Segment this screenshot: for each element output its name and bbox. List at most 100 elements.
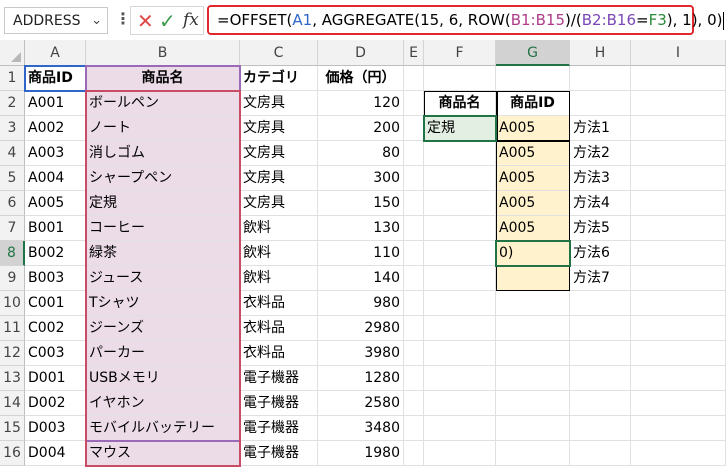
grid-cell[interactable]: [631, 216, 726, 241]
lookup-result-cell[interactable]: A005: [496, 191, 570, 216]
grid-cell[interactable]: [496, 291, 570, 316]
column-header-b[interactable]: B: [86, 40, 240, 66]
grid-cell[interactable]: [570, 366, 631, 391]
row-header-6[interactable]: 6: [0, 191, 25, 216]
column-header-i[interactable]: I: [631, 40, 726, 66]
price-cell[interactable]: 80: [318, 141, 404, 166]
price-cell[interactable]: 120: [318, 91, 404, 116]
category-cell[interactable]: 電子機器: [240, 366, 318, 391]
product-name-cell[interactable]: パーカー: [86, 341, 240, 366]
header-category[interactable]: カテゴリ: [240, 66, 318, 91]
lookup-header-id[interactable]: 商品ID: [496, 91, 570, 116]
category-cell[interactable]: 電子機器: [240, 391, 318, 416]
x-icon[interactable]: ✕: [137, 9, 154, 33]
column-header-g[interactable]: G: [496, 40, 570, 66]
grid-cell[interactable]: [424, 241, 496, 266]
method-label-cell[interactable]: 方法1: [570, 116, 631, 141]
product-id-cell[interactable]: D002: [25, 391, 86, 416]
product-name-cell[interactable]: イヤホン: [86, 391, 240, 416]
grid-cell[interactable]: [496, 316, 570, 341]
grid-cell[interactable]: [404, 441, 424, 466]
grid-cell[interactable]: [631, 66, 726, 91]
row-header-3[interactable]: 3: [0, 116, 25, 141]
method-label-cell[interactable]: 方法7: [570, 266, 631, 291]
price-cell[interactable]: 3980: [318, 341, 404, 366]
method-label-cell[interactable]: 方法2: [570, 141, 631, 166]
grid-cell[interactable]: [496, 341, 570, 366]
grid-cell[interactable]: [404, 291, 424, 316]
row-header-14[interactable]: 14: [0, 391, 25, 416]
column-header-c[interactable]: C: [240, 40, 318, 66]
price-cell[interactable]: 1280: [318, 366, 404, 391]
lookup-result-cell[interactable]: 0): [496, 241, 570, 266]
grid-cell[interactable]: [404, 316, 424, 341]
grid-cell[interactable]: [424, 216, 496, 241]
grid-cell[interactable]: [424, 366, 496, 391]
grid-cell[interactable]: [631, 166, 726, 191]
method-label-cell[interactable]: 方法5: [570, 216, 631, 241]
grid-cell[interactable]: [424, 441, 496, 466]
product-name-cell[interactable]: マウス: [86, 441, 240, 466]
row-header-13[interactable]: 13: [0, 366, 25, 391]
product-id-cell[interactable]: A005: [25, 191, 86, 216]
row-header-9[interactable]: 9: [0, 266, 25, 291]
row-header-4[interactable]: 4: [0, 141, 25, 166]
header-product-id[interactable]: 商品ID: [25, 66, 86, 91]
price-cell[interactable]: 150: [318, 191, 404, 216]
grid-cell[interactable]: [404, 241, 424, 266]
grid-cell[interactable]: [631, 141, 726, 166]
grid-cell[interactable]: [496, 441, 570, 466]
category-cell[interactable]: 飲料: [240, 266, 318, 291]
row-header-16[interactable]: 16: [0, 441, 25, 466]
price-cell[interactable]: 130: [318, 216, 404, 241]
grid-cell[interactable]: [404, 341, 424, 366]
column-header-f[interactable]: F: [424, 40, 496, 66]
grid-cell[interactable]: [424, 341, 496, 366]
grid-cell[interactable]: [631, 191, 726, 216]
grid-cell[interactable]: [631, 291, 726, 316]
product-id-cell[interactable]: D001: [25, 366, 86, 391]
product-name-cell[interactable]: 定規: [86, 191, 240, 216]
row-header-1[interactable]: 1: [0, 66, 25, 91]
price-cell[interactable]: 1980: [318, 441, 404, 466]
price-cell[interactable]: 980: [318, 291, 404, 316]
more-options-icon[interactable]: ⋮: [115, 9, 131, 28]
grid-cell[interactable]: [424, 316, 496, 341]
column-header-h[interactable]: H: [570, 40, 631, 66]
column-header-d[interactable]: D: [318, 40, 404, 66]
category-cell[interactable]: 衣料品: [240, 341, 318, 366]
grid-cell[interactable]: [570, 91, 631, 116]
product-id-cell[interactable]: B001: [25, 216, 86, 241]
column-header-e[interactable]: E: [404, 40, 424, 66]
product-name-cell[interactable]: 消しゴム: [86, 141, 240, 166]
grid-cell[interactable]: [570, 291, 631, 316]
row-header-5[interactable]: 5: [0, 166, 25, 191]
method-label-cell[interactable]: 方法3: [570, 166, 631, 191]
product-id-cell[interactable]: C002: [25, 316, 86, 341]
category-cell[interactable]: 電子機器: [240, 441, 318, 466]
category-cell[interactable]: 飲料: [240, 241, 318, 266]
product-name-cell[interactable]: Tシャツ: [86, 291, 240, 316]
method-label-cell[interactable]: 方法4: [570, 191, 631, 216]
lookup-result-cell[interactable]: A005: [496, 166, 570, 191]
check-icon[interactable]: ✓: [159, 9, 176, 33]
grid-cell[interactable]: [404, 191, 424, 216]
product-id-cell[interactable]: C003: [25, 341, 86, 366]
formula-input[interactable]: =OFFSET(A1, AGGREGATE(15, 6, ROW(B1:B15)…: [207, 5, 725, 35]
row-header-10[interactable]: 10: [0, 291, 25, 316]
lookup-result-cell[interactable]: A005: [496, 116, 570, 141]
lookup-result-cell[interactable]: [496, 266, 570, 291]
grid-cell[interactable]: [496, 66, 570, 91]
grid-cell[interactable]: [496, 391, 570, 416]
grid-cell[interactable]: [404, 416, 424, 441]
grid-cell[interactable]: [570, 416, 631, 441]
product-name-cell[interactable]: モバイルバッテリー: [86, 416, 240, 441]
grid-cell[interactable]: [631, 266, 726, 291]
product-id-cell[interactable]: D003: [25, 416, 86, 441]
product-id-cell[interactable]: B002: [25, 241, 86, 266]
grid-cell[interactable]: [631, 391, 726, 416]
grid-cell[interactable]: [404, 66, 424, 91]
grid-cell[interactable]: [404, 266, 424, 291]
grid-cell[interactable]: [631, 116, 726, 141]
price-cell[interactable]: 140: [318, 266, 404, 291]
